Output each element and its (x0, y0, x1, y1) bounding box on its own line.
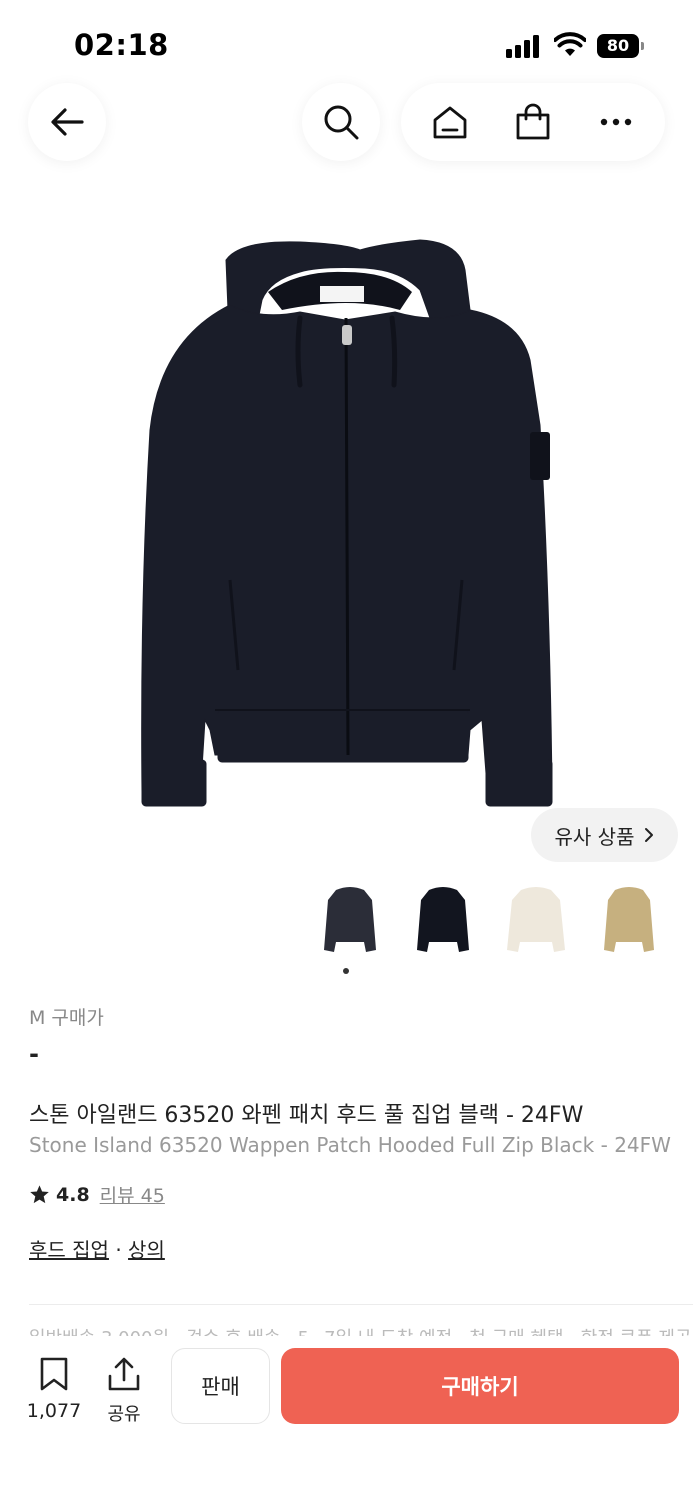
category-breadcrumb: 후드 집업 · 상의 (29, 1234, 165, 1263)
buy-button[interactable]: 구매하기 (281, 1348, 679, 1424)
thumbnail-image (604, 887, 654, 952)
product-title-ko: 스톤 아일랜드 63520 와펜 패치 후드 풀 집업 블랙 - 24FW (29, 1103, 584, 1128)
carousel-indicator (343, 968, 349, 974)
thumbnail-image (507, 887, 565, 952)
cart-button[interactable] (503, 92, 563, 152)
save-count: 1,077 (26, 1400, 82, 1422)
save-button[interactable]: 1,077 (22, 1356, 86, 1422)
nav-action-group (401, 83, 665, 161)
share-button[interactable]: 공유 (100, 1356, 148, 1426)
review-link[interactable]: 리뷰 45 (100, 1181, 165, 1208)
thumb-garment (417, 887, 469, 952)
thumbnail-item[interactable] (403, 878, 483, 962)
thumbnail-list (310, 878, 680, 962)
product-title-en: Stone Island 63520 Wappen Patch Hooded F… (29, 1133, 671, 1157)
more-dots-icon (600, 118, 631, 126)
share-label: 공유 (107, 1404, 141, 1425)
back-button[interactable] (28, 83, 106, 161)
home-icon (433, 106, 467, 139)
battery-icon: 80 (597, 34, 645, 58)
rating-value: 4.8 (56, 1183, 90, 1206)
status-time: 02:18 (74, 28, 169, 62)
shopping-bag-icon (516, 103, 550, 140)
divider (29, 1304, 693, 1305)
category-link-top[interactable]: 상의 (128, 1238, 165, 1262)
home-button[interactable] (420, 92, 480, 152)
similar-products-button[interactable]: 유사 상품 (531, 808, 678, 862)
rating-row: 4.8 리뷰 45 (29, 1181, 165, 1208)
battery-level: 80 (597, 34, 639, 58)
status-bar: 02:18 80 (0, 0, 693, 80)
size-price-label: M 구매가 (29, 1007, 104, 1029)
thumbnail-item[interactable] (310, 878, 390, 962)
more-button[interactable] (586, 92, 646, 152)
arrow-left-icon (51, 108, 84, 136)
search-button[interactable] (302, 83, 380, 161)
thumbnail-item[interactable] (496, 878, 576, 962)
thumbnail-image (417, 887, 469, 952)
thumbnail-item[interactable] (589, 878, 669, 962)
category-link-hoodie-zipup[interactable]: 후드 집업 (29, 1238, 109, 1262)
chevron-right-icon (645, 828, 654, 842)
bookmark-icon (40, 1357, 68, 1391)
bottom-action-bar: 1,077 공유 판매 구매하기 (0, 1336, 693, 1500)
star-icon (30, 1185, 49, 1204)
share-icon (108, 1357, 140, 1391)
sell-button[interactable]: 판매 (171, 1348, 270, 1424)
similar-products-label: 유사 상품 (554, 824, 635, 849)
signal-icon (506, 34, 542, 58)
thumb-garment (507, 887, 565, 952)
wifi-icon (554, 32, 586, 56)
search-icon (324, 105, 359, 140)
thumbnail-image (324, 887, 376, 952)
thumb-garment (324, 887, 376, 952)
price: - (29, 1040, 39, 1068)
thumb-garment (604, 887, 654, 952)
category-separator: · (115, 1238, 122, 1262)
product-image[interactable] (0, 200, 693, 850)
